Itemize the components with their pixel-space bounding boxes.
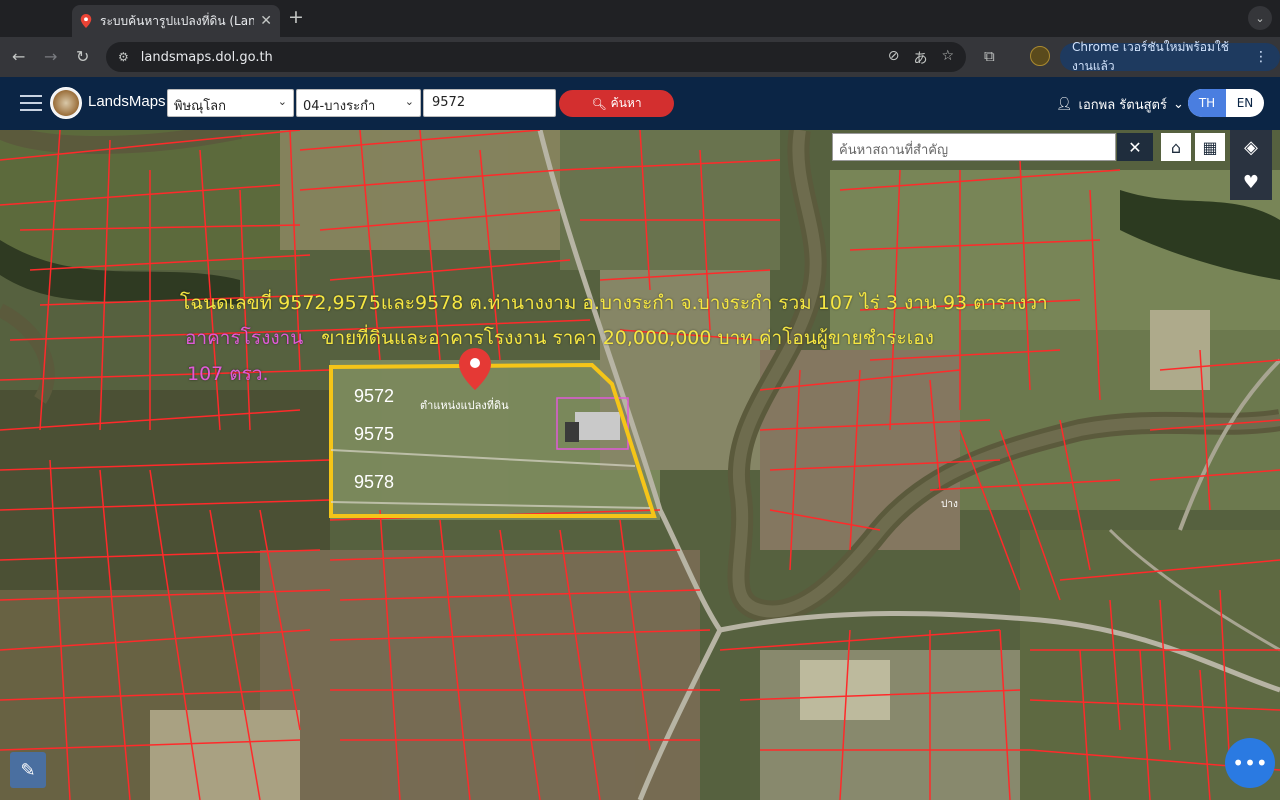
address-bar[interactable]: ⚙ landsmaps.dol.go.th ⊘ あ ☆ — [106, 42, 966, 72]
translate-icon[interactable]: あ — [913, 48, 927, 68]
layers-icon[interactable]: ◈ — [1230, 130, 1272, 165]
browser-toolbar: ← → ↻ ⚙ landsmaps.dol.go.th ⊘ あ ☆ ⧉ Chro… — [0, 37, 1280, 77]
tab-search-icon[interactable]: ⌄ — [1248, 6, 1272, 30]
factory-area-text: 107 ตรว. — [187, 363, 269, 385]
province-select[interactable]: พิษณุโลก ⌄ — [167, 89, 294, 117]
measure-tools-icon[interactable]: ✎ — [10, 752, 46, 788]
map-side-panel: ◈ ♥ — [1230, 130, 1272, 200]
river-label: ปาง — [941, 499, 958, 510]
parcel-number-input[interactable]: 9572 — [423, 89, 556, 117]
browser-tabstrip: ระบบค้นหารูปแปลงที่ดิน (LandsMaps) ✕ + ⌄ — [0, 0, 1280, 37]
brand-name: LandsMaps — [88, 93, 166, 110]
update-chip-label: Chrome เวอร์ชันใหม่พร้อมใช้งานแล้ว — [1072, 40, 1229, 73]
parcel-label-9575[interactable]: 9575 — [354, 424, 394, 445]
chevron-down-icon: ⌄ — [277, 95, 287, 108]
language-toggle[interactable]: TH EN — [1188, 89, 1264, 117]
close-icon[interactable]: ✕ — [260, 13, 272, 29]
pin-label: ตำแหน่งแปลงที่ดิน — [420, 399, 509, 412]
chrome-update-button[interactable]: Chrome เวอร์ชันใหม่พร้อมใช้งานแล้ว ⋮ — [1060, 40, 1280, 73]
clear-search-button[interactable]: ✕ — [1117, 133, 1153, 161]
listing-line-2: อาคารโรงงาน ขายที่ดินและอาคารโรงงาน ราคา… — [185, 323, 934, 353]
map-canvas[interactable]: ค้นหาสถานที่สำคัญ ✕ ⌂ ▦ ◈ ♥ โฉนดเลขที่ 9… — [0, 130, 1280, 800]
sale-price-text: ขายที่ดินและอาคารโรงงาน ราคา 20,000,000 … — [321, 327, 934, 349]
more-options-button[interactable]: ••• — [1225, 738, 1275, 788]
lang-th-button[interactable]: TH — [1188, 89, 1226, 117]
star-icon[interactable]: ☆ — [941, 48, 954, 68]
district-select[interactable]: 04-บางระกำ ⌄ — [296, 89, 421, 117]
parcel-label-9578[interactable]: 9578 — [354, 472, 394, 493]
url-text: landsmaps.dol.go.th — [140, 49, 273, 65]
extensions-icon[interactable]: ⧉ — [984, 47, 995, 65]
site-settings-icon[interactable]: ⚙ — [118, 50, 129, 64]
search-button[interactable]: 🔍︎ ค้นหา — [559, 90, 674, 117]
new-tab-button[interactable]: + — [288, 6, 304, 28]
satellite-imagery — [0, 130, 1280, 800]
back-icon[interactable]: ← — [12, 47, 25, 66]
home-icon[interactable]: ⌂ — [1161, 133, 1191, 161]
place-search-input[interactable]: ค้นหาสถานที่สำคัญ — [832, 133, 1116, 161]
listing-title: โฉนดเลขที่ 9572,9575และ9578 ต.ท่านางงาม … — [180, 292, 1048, 314]
user-name: เอกพล รัตนสูตร์ — [1078, 98, 1167, 113]
browser-tab[interactable]: ระบบค้นหารูปแปลงที่ดิน (LandsMaps) ✕ — [72, 5, 280, 37]
search-button-label: ค้นหา — [610, 96, 642, 110]
factory-label: อาคารโรงงาน — [185, 327, 304, 349]
province-value: พิษณุโลก — [174, 99, 227, 114]
chevron-down-icon: ⌄ — [1172, 97, 1184, 112]
chevron-down-icon: ⌄ — [404, 95, 414, 108]
heart-icon[interactable]: ♥ — [1230, 165, 1272, 200]
grid-icon[interactable]: ▦ — [1195, 133, 1225, 161]
tab-title: ระบบค้นหารูปแปลงที่ดิน (LandsMaps) — [100, 13, 255, 28]
lang-en-button[interactable]: EN — [1226, 89, 1264, 117]
user-icon: 👤︎ — [1056, 97, 1073, 112]
extension-avatar-icon[interactable] — [1030, 46, 1050, 66]
app-header: LandsMaps พิษณุโลก ⌄ 04-บางระกำ ⌄ 9572 🔍… — [0, 77, 1280, 130]
forward-icon[interactable]: → — [44, 47, 57, 66]
dol-logo — [50, 87, 82, 119]
parcel-label-9572[interactable]: 9572 — [354, 386, 394, 407]
search-icon: 🔍︎ — [591, 96, 607, 111]
map-pin-icon — [80, 14, 92, 28]
eye-off-icon[interactable]: ⊘ — [888, 48, 900, 68]
menu-dots-icon[interactable]: ⋮ — [1254, 49, 1268, 65]
user-menu[interactable]: 👤︎ เอกพล รัตนสูตร์ ⌄ — [1056, 94, 1184, 115]
hamburger-menu-icon[interactable] — [20, 95, 42, 111]
reload-icon[interactable]: ↻ — [76, 47, 89, 66]
district-value: 04-บางระกำ — [303, 99, 376, 114]
